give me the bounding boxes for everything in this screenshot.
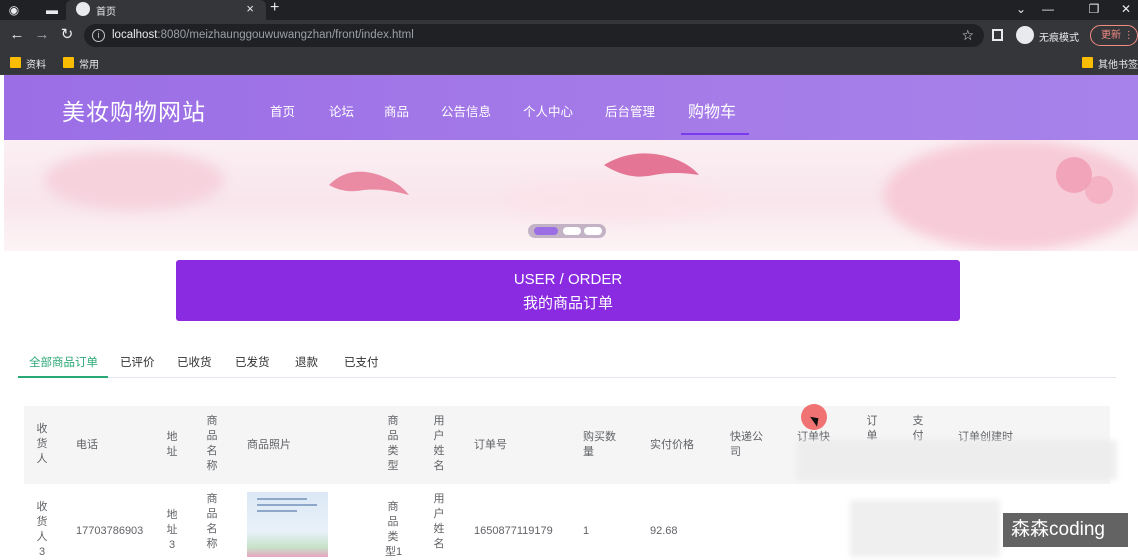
- nav-home[interactable]: 首页: [270, 101, 295, 120]
- update-label: 更新: [1101, 30, 1121, 41]
- page-title: 我的商品订单: [522, 295, 613, 312]
- carousel-dot[interactable]: [563, 227, 581, 235]
- nav-user-center[interactable]: 个人中心: [523, 101, 573, 120]
- site-header: 美妆购物网站 首页 论坛 商品 公告信息 个人中心 后台管理 购物车: [4, 75, 1138, 140]
- cell-address: 地 址 3: [166, 509, 178, 551]
- browser-toolbar: ← → ↻ i localhost:8080/meizhaunggouwuwan…: [0, 20, 1138, 51]
- column-header-receiver[interactable]: 收 货 人: [34, 422, 50, 467]
- carousel-dot[interactable]: [534, 227, 558, 235]
- minimize-icon[interactable]: —: [1030, 0, 1066, 20]
- nav-products[interactable]: 商品: [384, 101, 409, 120]
- update-button[interactable]: 更新 ⋮: [1090, 25, 1138, 46]
- incognito-label[interactable]: 无痕模式: [1039, 29, 1079, 44]
- back-arrow-icon[interactable]: ←: [8, 26, 26, 44]
- forward-arrow-icon[interactable]: →: [33, 26, 51, 44]
- tab-all-orders[interactable]: 全部商品订单: [29, 354, 98, 370]
- chrome-menu-icon[interactable]: ◉: [6, 2, 22, 18]
- bookmark-folder[interactable]: 资料: [10, 56, 46, 71]
- cell-product-name: 商 品 名 称: [206, 493, 218, 550]
- globe-icon: [76, 2, 90, 16]
- obscured-area: [850, 500, 1000, 557]
- cell-order-no: 1650877119179: [474, 525, 553, 537]
- obscured-area: [797, 440, 1117, 480]
- cell-user-name: 用 户 姓 名: [433, 493, 445, 550]
- page-title-bar: USER / ORDER 我的商品订单: [176, 260, 960, 321]
- banner-cloud: [44, 150, 224, 210]
- site-info-icon[interactable]: i: [92, 29, 105, 42]
- product-photo-decoration: [257, 510, 297, 512]
- column-header-phone[interactable]: 电话: [76, 438, 98, 453]
- nav-active-indicator: [681, 133, 749, 135]
- column-header-quantity[interactable]: 购买数 量: [583, 430, 616, 460]
- product-photo-decoration: [257, 504, 317, 506]
- nav-forum[interactable]: 论坛: [329, 101, 354, 120]
- cell-product-type: 商 品 类 型1: [385, 501, 403, 558]
- column-header-product-name[interactable]: 商 品 名 称: [204, 414, 220, 474]
- banner-carousel[interactable]: [4, 140, 1138, 251]
- tab-reviewed[interactable]: 已评价: [120, 354, 155, 370]
- address-bar[interactable]: i localhost:8080/meizhaunggouwuwangzhan/…: [84, 24, 984, 47]
- order-status-tabs: 全部商品订单 已评价 已收货 已发货 退款 已支付: [18, 348, 1116, 378]
- tab-paid[interactable]: 已支付: [344, 354, 379, 370]
- column-header-product-type[interactable]: 商 品 类 型: [385, 414, 401, 474]
- new-tab-button[interactable]: +: [270, 0, 279, 17]
- close-tab-icon[interactable]: ×: [246, 1, 254, 16]
- blossom-image: [1056, 157, 1113, 204]
- product-photo[interactable]: [247, 492, 328, 557]
- tab-shipped[interactable]: 已发货: [235, 354, 270, 370]
- other-bookmarks-folder[interactable]: 其他书签: [1082, 56, 1138, 71]
- reload-icon[interactable]: ↻: [58, 26, 76, 44]
- window-close-icon[interactable]: ✕: [1108, 0, 1138, 20]
- url-text[interactable]: localhost:8080/meizhaunggouwuwangzhan/fr…: [112, 29, 414, 41]
- active-tab-indicator: [18, 376, 108, 378]
- bookmarks-bar: 资料 常用 其他书签: [0, 51, 1138, 75]
- cell-receiver: 收 货 人 3: [36, 501, 48, 558]
- incognito-icon[interactable]: [1016, 26, 1034, 44]
- cell-quantity: 1: [583, 525, 590, 537]
- column-header-order-no[interactable]: 订单号: [474, 438, 507, 453]
- url-host: localhost: [112, 29, 158, 41]
- koi-fish-image: [604, 153, 699, 177]
- cell-actual-price: 92.68: [650, 525, 678, 537]
- tab-search-icon[interactable]: ▬: [44, 2, 60, 18]
- column-header-courier[interactable]: 快递公 司: [730, 430, 763, 460]
- nav-announcements[interactable]: 公告信息: [441, 101, 491, 120]
- side-panel-icon[interactable]: [992, 29, 1003, 41]
- browser-tab[interactable]: 首页 ×: [66, 0, 266, 20]
- carousel-dot[interactable]: [584, 227, 602, 235]
- column-header-actual-price[interactable]: 实付价格: [650, 438, 694, 453]
- page-title-en: USER / ORDER: [513, 271, 623, 288]
- carousel-indicators: [528, 224, 606, 238]
- tab-received[interactable]: 已收货: [177, 354, 212, 370]
- tab-title: 首页: [96, 7, 116, 18]
- bookmark-folder[interactable]: 常用: [63, 56, 99, 71]
- browser-tab-bar: ◉ ▬ 首页 × + ⌄ — ❐ ✕: [0, 0, 1138, 20]
- column-header-address[interactable]: 地 址: [164, 430, 180, 460]
- tab-refund[interactable]: 退款: [295, 354, 318, 370]
- cell-phone: 17703786903: [76, 525, 144, 537]
- nav-admin[interactable]: 后台管理: [605, 101, 655, 120]
- koi-fish-image: [329, 171, 409, 195]
- site-logo[interactable]: 美妆购物网站: [62, 93, 206, 127]
- nav-cart[interactable]: 购物车: [688, 98, 736, 122]
- product-photo-decoration: [257, 498, 307, 500]
- column-header-product-photo[interactable]: 商品照片: [247, 438, 291, 453]
- bookmark-star-icon[interactable]: ☆: [961, 27, 974, 44]
- url-path: :8080/meizhaunggouwuwangzhan/front/index…: [157, 29, 414, 41]
- restore-icon[interactable]: ❐: [1076, 0, 1112, 20]
- column-header-user-name[interactable]: 用 户 姓 名: [431, 414, 447, 474]
- watermark: 森森coding: [1003, 513, 1128, 547]
